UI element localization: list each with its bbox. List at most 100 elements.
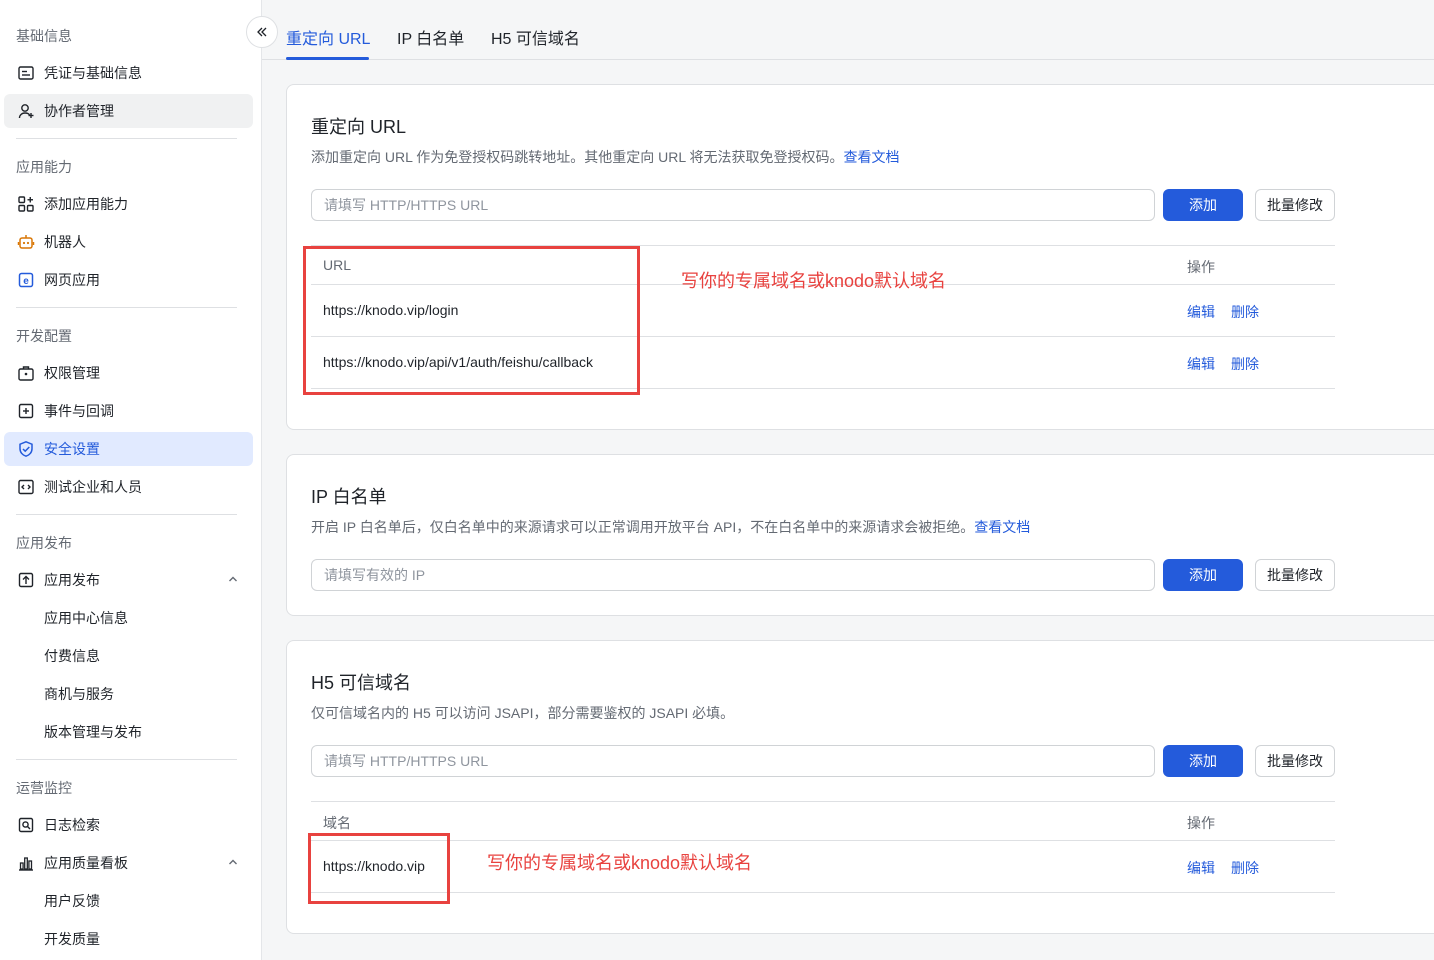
add-user-icon — [16, 101, 36, 121]
sidebar-item-label: 版本管理与发布 — [44, 724, 142, 740]
card-title: IP 白名单 — [311, 487, 387, 507]
chevron-up-icon[interactable] — [227, 855, 239, 871]
table-row: https://knodo.vip 编辑 删除 — [311, 841, 1335, 893]
sidebar-divider — [16, 138, 237, 139]
annotation-note: 写你的专属域名或knodo默认域名 — [681, 271, 947, 291]
card-description: 添加重定向 URL 作为免登授权码跳转地址。其他重定向 URL 将无法获取免登授… — [311, 147, 900, 167]
edit-link[interactable]: 编辑 — [1187, 858, 1215, 878]
add-button[interactable]: 添加 — [1163, 745, 1243, 777]
sidebar-item-label: 凭证与基础信息 — [44, 65, 142, 81]
sidebar-item-permissions[interactable]: 权限管理 — [4, 356, 253, 390]
sidebar-item-label: 机器人 — [44, 234, 86, 250]
sidebar-item-payment-info[interactable]: 付费信息 — [4, 639, 253, 673]
edit-link[interactable]: 编辑 — [1187, 354, 1215, 374]
svg-text:e: e — [23, 276, 29, 287]
apps-icon — [16, 194, 36, 214]
sidebar-item-business-services[interactable]: 商机与服务 — [4, 677, 253, 711]
sidebar-item-version-management[interactable]: 版本管理与发布 — [4, 715, 253, 749]
card-title: 重定向 URL — [311, 117, 407, 137]
ip-input[interactable] — [311, 559, 1155, 591]
annotation-highlight-box — [308, 833, 450, 904]
sidebar-item-events[interactable]: 事件与回调 — [4, 394, 253, 428]
sidebar-item-label: 应用中心信息 — [44, 610, 128, 626]
double-chevron-left-icon — [257, 27, 267, 37]
sidebar-divider — [16, 307, 237, 308]
test-code-icon — [16, 477, 36, 497]
delete-link[interactable]: 删除 — [1231, 354, 1259, 374]
sidebar-section-title: 运营监控 — [16, 780, 72, 796]
sidebar-item-test-users[interactable]: 测试企业和人员 — [4, 470, 253, 504]
sidebar-item-bot[interactable]: 机器人 — [4, 225, 253, 259]
sidebar-section-title: 应用能力 — [16, 159, 72, 175]
redirect-url-input[interactable] — [311, 189, 1155, 221]
delete-link[interactable]: 删除 — [1231, 858, 1259, 878]
doc-link[interactable]: 查看文档 — [844, 149, 900, 165]
sidebar-item-quality-dashboard[interactable]: 应用质量看板 — [4, 846, 253, 880]
sidebar-item-label: 应用质量看板 — [44, 855, 128, 871]
sidebar-item-credentials[interactable]: 凭证与基础信息 — [4, 56, 253, 90]
sidebar-item-web-app[interactable]: e 网页应用 — [4, 263, 253, 297]
web-app-icon: e — [16, 270, 36, 290]
app-root: 基础信息 凭证与基础信息 协作者管理 应用能力 添加应用能力 机器人 e 网页应… — [0, 0, 1434, 960]
edit-link[interactable]: 编辑 — [1187, 302, 1215, 322]
bulk-edit-button[interactable]: 批量修改 — [1255, 559, 1335, 591]
sidebar-item-label: 用户反馈 — [44, 893, 100, 909]
tab-h5-trusted-domain[interactable]: H5 可信域名 — [491, 25, 580, 49]
card-description: 开启 IP 白名单后，仅白名单中的来源请求可以正常调用开放平台 API，不在白名… — [311, 517, 1030, 537]
sidebar-item-label: 网页应用 — [44, 272, 100, 288]
annotation-highlight-box — [303, 246, 640, 395]
robot-icon — [16, 232, 36, 252]
add-button[interactable]: 添加 — [1163, 189, 1243, 221]
sidebar-item-label: 权限管理 — [44, 365, 100, 381]
sidebar-item-add-capability[interactable]: 添加应用能力 — [4, 187, 253, 221]
sidebar-item-label: 商机与服务 — [44, 686, 114, 702]
sidebar-divider — [16, 514, 237, 515]
collapse-sidebar-button[interactable] — [246, 16, 278, 48]
sidebar: 基础信息 凭证与基础信息 协作者管理 应用能力 添加应用能力 机器人 e 网页应… — [0, 0, 262, 960]
sidebar-section-title: 应用发布 — [16, 535, 72, 551]
sidebar-item-log-search[interactable]: 日志检索 — [4, 808, 253, 842]
bulk-edit-button[interactable]: 批量修改 — [1255, 745, 1335, 777]
doc-link[interactable]: 查看文档 — [974, 519, 1030, 535]
upload-icon — [16, 570, 36, 590]
sidebar-item-app-release[interactable]: 应用发布 — [4, 563, 253, 597]
sidebar-item-label: 开发质量 — [44, 931, 100, 947]
annotation-note: 写你的专属域名或knodo默认域名 — [487, 853, 753, 873]
tab-redirect-url[interactable]: 重定向 URL — [286, 25, 370, 49]
sidebar-item-label: 事件与回调 — [44, 403, 114, 419]
card-description: 仅可信域名内的 H5 可以访问 JSAPI，部分需要鉴权的 JSAPI 必填。 — [311, 705, 735, 721]
column-header-domain: 域名 — [323, 815, 351, 831]
sidebar-item-dev-quality[interactable]: 开发质量 — [4, 922, 253, 956]
h5-domain-input[interactable] — [311, 745, 1155, 777]
chevron-up-icon[interactable] — [227, 572, 239, 588]
credential-icon — [16, 63, 36, 83]
sidebar-item-user-feedback[interactable]: 用户反馈 — [4, 884, 253, 918]
sidebar-item-label: 付费信息 — [44, 648, 100, 664]
sidebar-item-app-center-info[interactable]: 应用中心信息 — [4, 601, 253, 635]
sidebar-item-security[interactable]: 安全设置 — [4, 432, 253, 466]
log-search-icon — [16, 815, 36, 835]
active-tab-indicator — [286, 57, 369, 60]
sidebar-section-title: 基础信息 — [16, 28, 72, 44]
sidebar-item-label: 安全设置 — [44, 441, 100, 457]
sidebar-item-label: 应用发布 — [44, 572, 100, 588]
h5-domain-card: H5 可信域名 仅可信域名内的 H5 可以访问 JSAPI，部分需要鉴权的 JS… — [286, 640, 1434, 934]
bulk-edit-button[interactable]: 批量修改 — [1255, 189, 1335, 221]
sidebar-section-title: 开发配置 — [16, 328, 72, 344]
bar-chart-icon — [16, 853, 36, 873]
tab-ip-whitelist[interactable]: IP 白名单 — [397, 25, 464, 49]
shield-check-icon — [16, 439, 36, 459]
ip-whitelist-card: IP 白名单 开启 IP 白名单后，仅白名单中的来源请求可以正常调用开放平台 A… — [286, 454, 1434, 616]
sidebar-item-collaborators[interactable]: 协作者管理 — [4, 94, 253, 128]
column-header-action: 操作 — [1187, 815, 1215, 831]
sidebar-item-label: 测试企业和人员 — [44, 479, 142, 495]
table-header: 域名 操作 — [311, 801, 1335, 841]
briefcase-lock-icon — [16, 363, 36, 383]
event-icon — [16, 401, 36, 421]
sidebar-divider — [16, 759, 237, 760]
sidebar-item-label: 协作者管理 — [44, 103, 114, 119]
sidebar-item-label: 添加应用能力 — [44, 196, 128, 212]
delete-link[interactable]: 删除 — [1231, 302, 1259, 322]
card-description-text: 添加重定向 URL 作为免登授权码跳转地址。其他重定向 URL 将无法获取免登授… — [311, 149, 844, 165]
add-button[interactable]: 添加 — [1163, 559, 1243, 591]
